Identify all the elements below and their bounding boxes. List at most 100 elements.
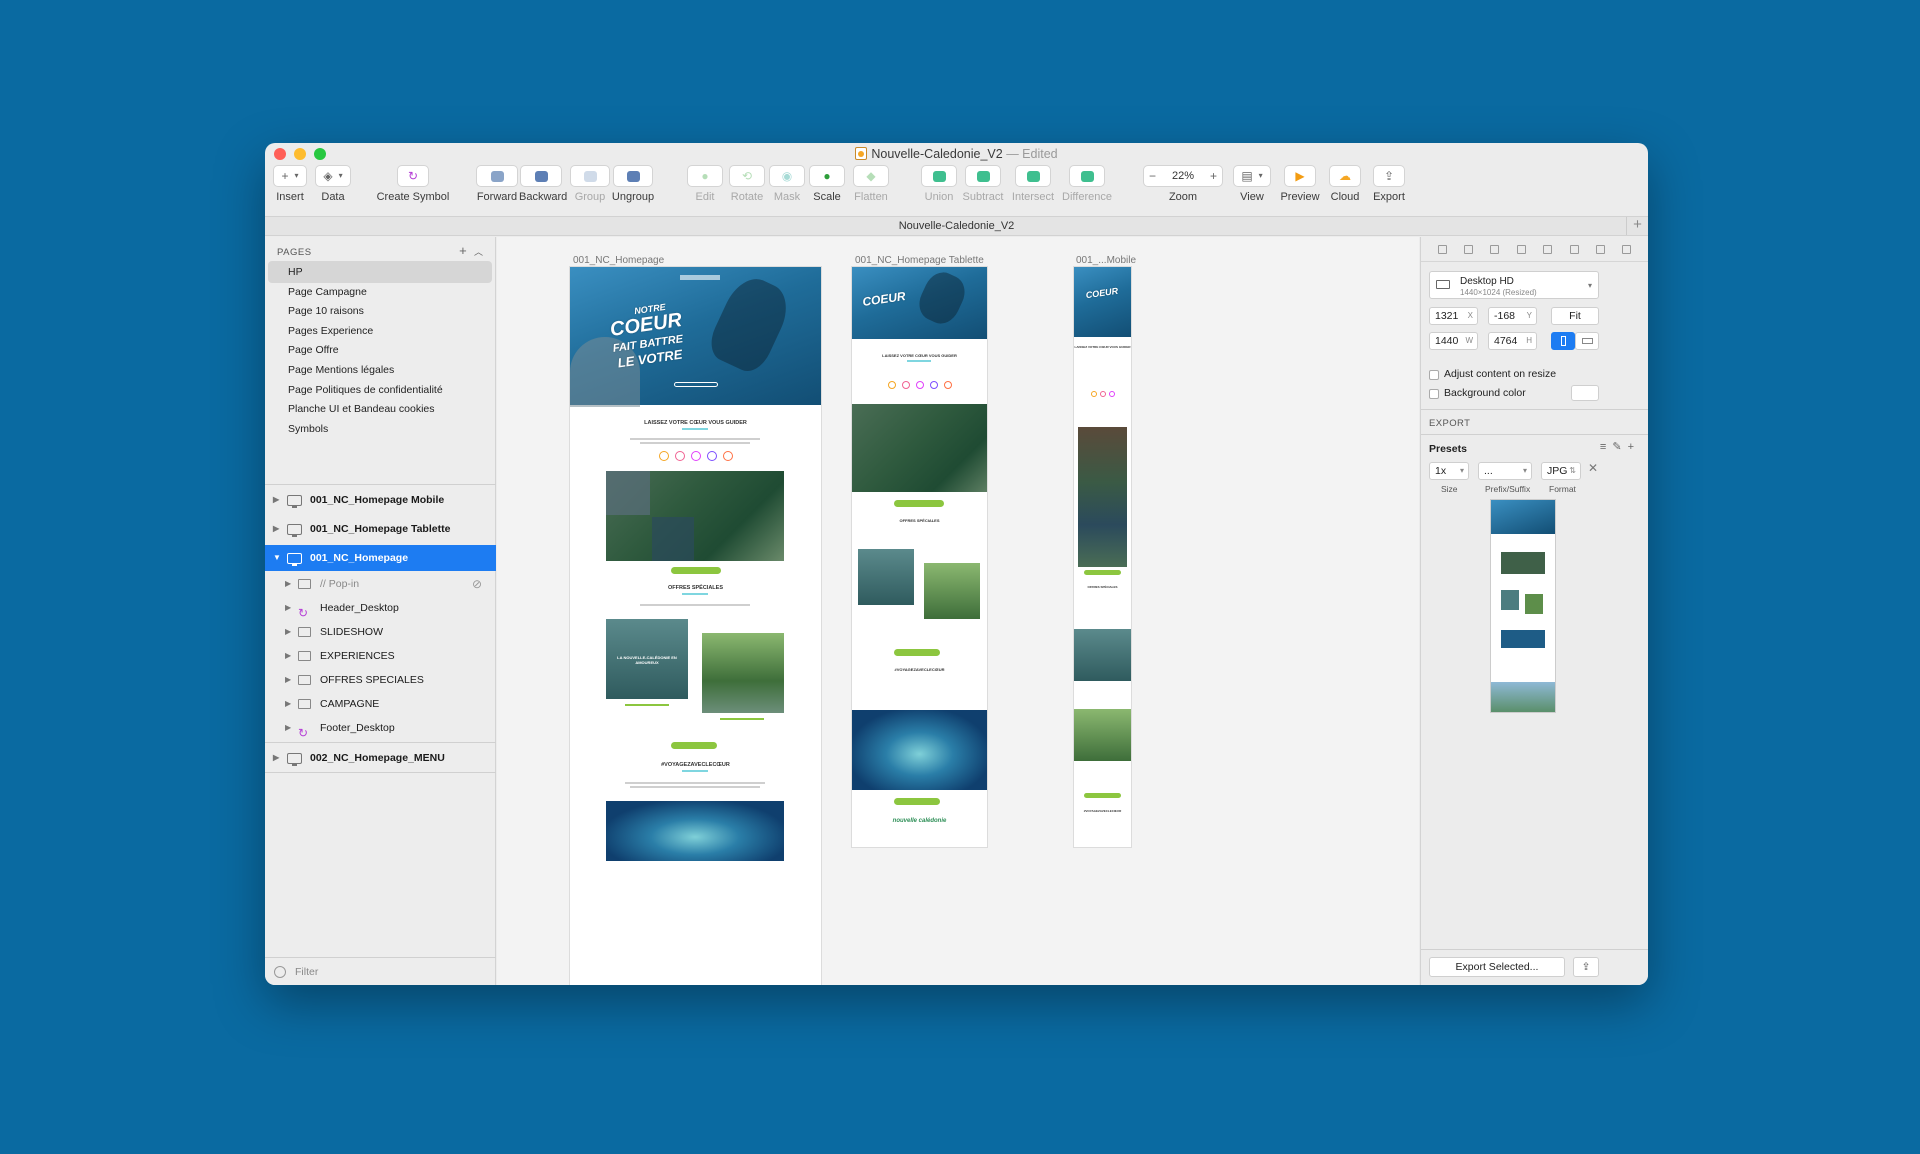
export-size-select[interactable]: 1x ▾ [1429, 462, 1469, 480]
disclosure-triangle-open-icon[interactable]: ▼ [273, 545, 281, 571]
export-tool[interactable]: ⇪ Export [1369, 165, 1409, 203]
align-bottom-icon[interactable] [1622, 244, 1632, 254]
pages-header: PAGES [277, 247, 312, 258]
artboard-mobile[interactable]: COEUR LAISSEZ VOTRE CŒUR VOUS GUIDER OFF… [1074, 267, 1131, 847]
intersect-tool[interactable]: Intersect [1009, 165, 1057, 203]
page-item[interactable]: Planche UI et Bandeau cookies [268, 398, 492, 420]
align-middle-icon[interactable] [1595, 244, 1605, 254]
adjust-content-checkbox[interactable] [1429, 370, 1439, 380]
format-value: JPG [1547, 465, 1568, 477]
ungroup-tool[interactable]: Ungroup [611, 165, 655, 203]
insert-tool[interactable]: + ▾ Insert [273, 165, 307, 203]
layer-artboard-homepage[interactable]: ▼ 001_NC_Homepage [265, 545, 496, 571]
layer-artboard-menu[interactable]: ▶ 002_NC_Homepage_MENU [265, 745, 496, 771]
backward-tool[interactable]: Backward [519, 165, 567, 203]
export-format-select[interactable]: JPG ⇅ [1541, 462, 1581, 480]
zoom-window-button[interactable] [314, 148, 326, 160]
distribute-vertical-icon[interactable] [1464, 244, 1474, 254]
artboard-desktop[interactable]: NOTRE COEUR FAIT BATTRE LE VOTRE LAISSEZ… [570, 267, 821, 985]
artboard-label-mobile[interactable]: 001_...Mobile [1076, 255, 1136, 266]
group-tool[interactable]: Group [569, 165, 611, 203]
landscape-orientation-button[interactable] [1575, 332, 1599, 350]
rotate-tool[interactable]: ⟲ Rotate [727, 165, 767, 203]
align-left-icon[interactable] [1490, 244, 1500, 254]
align-top-icon[interactable] [1569, 244, 1579, 254]
align-center-icon[interactable] [1516, 244, 1526, 254]
page-item-hp[interactable]: HP [268, 261, 492, 283]
export-selected-button[interactable]: Export Selected... [1429, 957, 1565, 977]
add-page-icon[interactable]: + [459, 243, 467, 258]
artboard-label-tablette[interactable]: 001_NC_Homepage Tablette [855, 255, 984, 266]
hidden-eye-icon[interactable]: ⊘ [472, 572, 482, 596]
width-field[interactable]: 1440 W [1429, 332, 1478, 350]
align-right-icon[interactable] [1543, 244, 1553, 254]
filter-bar[interactable]: Filter [265, 957, 496, 985]
disclosure-triangle-icon[interactable]: ▶ [285, 668, 291, 692]
distribute-horizontal-icon[interactable] [1437, 244, 1447, 254]
disclosure-triangle-icon[interactable]: ▶ [285, 716, 291, 740]
y-field[interactable]: -168 Y [1488, 307, 1537, 325]
disclosure-triangle-icon[interactable]: ▶ [285, 572, 291, 596]
artboard-preset-select[interactable]: Desktop HD 1440×1024 (Resized) ▾ [1429, 271, 1599, 299]
disclosure-triangle-icon[interactable]: ▶ [273, 516, 279, 542]
view-tool[interactable]: ▤ ▾ View [1233, 165, 1271, 203]
disclosure-triangle-icon[interactable]: ▶ [285, 692, 291, 716]
page-item[interactable]: Symbols [268, 418, 492, 440]
create-symbol-tool[interactable]: ↻ Create Symbol [375, 165, 451, 203]
layer-group-campagne[interactable]: ▶ CAMPAGNE [265, 692, 496, 716]
page-item[interactable]: Page Mentions légales [268, 359, 492, 381]
scale-tool[interactable]: ● Scale [809, 165, 845, 203]
union-tool[interactable]: Union [921, 165, 957, 203]
disclosure-triangle-icon[interactable]: ▶ [273, 745, 279, 771]
layer-group-offres[interactable]: ▶ OFFRES SPECIALES [265, 668, 496, 692]
collapse-pages-icon[interactable]: ︿ [474, 247, 483, 257]
new-tab-button[interactable]: + [1626, 217, 1648, 235]
disclosure-triangle-icon[interactable]: ▶ [273, 487, 279, 513]
zoom-control[interactable]: − 22% + Zoom [1143, 165, 1223, 203]
difference-tool[interactable]: Difference [1059, 165, 1115, 203]
edit-tool[interactable]: ● Edit [687, 165, 723, 203]
portrait-orientation-button[interactable] [1551, 332, 1575, 350]
remove-export-icon[interactable]: ✕ [1588, 461, 1598, 475]
close-window-button[interactable] [274, 148, 286, 160]
disclosure-triangle-icon[interactable]: ▶ [285, 596, 291, 620]
share-export-button[interactable]: ⇪ [1573, 957, 1599, 977]
forward-tool[interactable]: Forward [475, 165, 519, 203]
minimize-window-button[interactable] [294, 148, 306, 160]
document-tab[interactable]: Nouvelle-Caledonie_V2 [899, 220, 1015, 232]
layer-symbol-header[interactable]: ▶ ↻ Header_Desktop [265, 596, 496, 620]
disclosure-triangle-icon[interactable]: ▶ [285, 644, 291, 668]
export-prefix-select[interactable]: ... ▾ [1478, 462, 1532, 480]
pencil-icon[interactable]: ✎ [1612, 441, 1627, 453]
canvas[interactable]: 001_NC_Homepage 001_NC_Homepage Tablette… [497, 237, 1419, 985]
add-export-icon[interactable]: + [1628, 441, 1640, 453]
data-tool[interactable]: ◈ ▾ Data [315, 165, 351, 203]
filter-input[interactable]: Filter [295, 966, 318, 978]
pages-divider[interactable] [265, 484, 496, 485]
disclosure-triangle-icon[interactable]: ▶ [285, 620, 291, 644]
layer-artboard-mobile[interactable]: ▶ 001_NC_Homepage Mobile [265, 487, 496, 513]
flatten-tool[interactable]: ◆ Flatten [851, 165, 891, 203]
artboard-tablette[interactable]: COEUR LAISSEZ VOTRE CŒUR VOUS GUIDER OFF… [852, 267, 987, 847]
layer-group-slideshow[interactable]: ▶ SLIDESHOW [265, 620, 496, 644]
height-field[interactable]: 4764 H [1488, 332, 1537, 350]
cloud-tool[interactable]: ☁ Cloud [1325, 165, 1365, 203]
background-color-checkbox[interactable] [1429, 389, 1439, 399]
layer-symbol-footer[interactable]: ▶ ↻ Footer_Desktop [265, 716, 496, 740]
subtract-tool[interactable]: Subtract [959, 165, 1007, 203]
layer-group-experiences[interactable]: ▶ EXPERIENCES [265, 644, 496, 668]
layer-artboard-tablette[interactable]: ▶ 001_NC_Homepage Tablette [265, 516, 496, 542]
preview-tool[interactable]: ▶ Preview [1277, 165, 1323, 203]
zoom-out-icon[interactable]: − [1149, 170, 1156, 182]
mask-tool[interactable]: ◉ Mask [769, 165, 805, 203]
background-color-swatch[interactable] [1571, 385, 1599, 401]
layer-name: 002_NC_Homepage_MENU [310, 752, 445, 764]
page-item[interactable]: Page 10 raisons [268, 300, 492, 322]
x-field[interactable]: 1321 X [1429, 307, 1478, 325]
layer-group-popin[interactable]: ▶ // Pop-in ⊘ [265, 572, 496, 596]
page-item[interactable]: Page Offre [268, 339, 492, 361]
artboard-label-desktop[interactable]: 001_NC_Homepage [573, 255, 664, 266]
fit-button[interactable]: Fit [1551, 307, 1599, 325]
sliders-icon[interactable]: ≡ [1600, 441, 1612, 453]
zoom-in-icon[interactable]: + [1210, 170, 1217, 182]
